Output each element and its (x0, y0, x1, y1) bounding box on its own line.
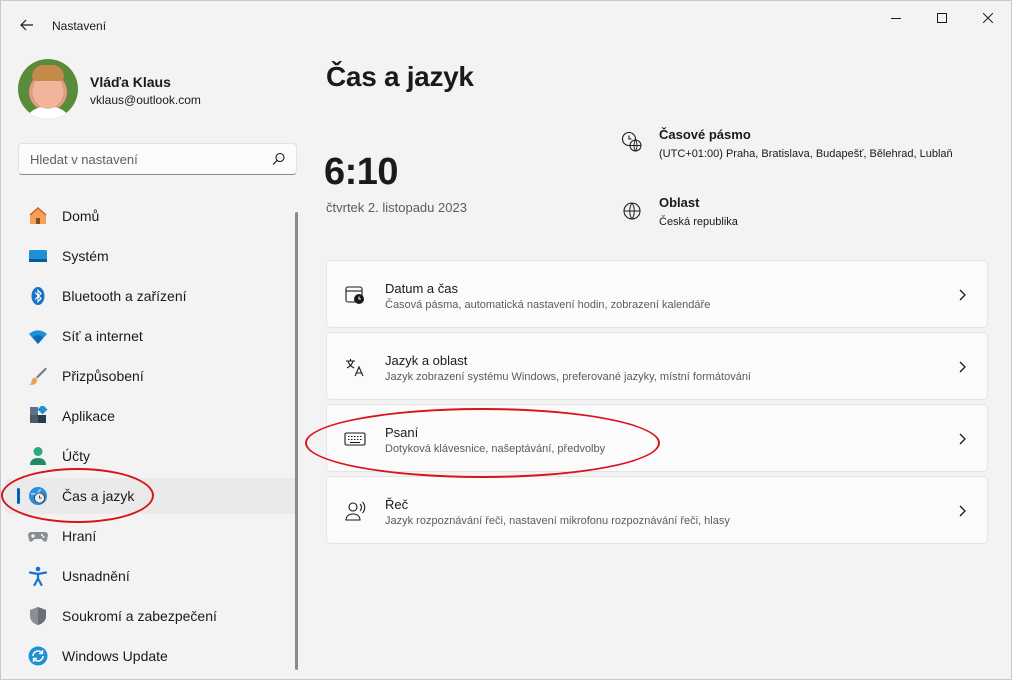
search-icon[interactable] (272, 152, 286, 166)
language-icon (346, 359, 364, 377)
sidebar-item-label: Aplikace (62, 408, 115, 424)
sidebar-item-label: Hraní (62, 528, 97, 544)
avatar[interactable] (18, 59, 78, 119)
card-date-time[interactable]: Datum a čas Časová pásma, automatická na… (326, 260, 988, 328)
back-arrow-icon (20, 19, 33, 31)
sidebar-item-gaming[interactable]: Hraní (5, 518, 297, 554)
search-placeholder: Hledat v nastavení (30, 152, 138, 167)
sidebar-item-label: Přizpůsobení (62, 368, 144, 384)
sidebar-item-label: Windows Update (62, 648, 168, 664)
sidebar-item-windows-update[interactable]: Windows Update (5, 638, 297, 674)
sidebar-item-accounts[interactable]: Účty (5, 438, 297, 474)
search-input[interactable]: Hledat v nastavení (18, 143, 297, 175)
bluetooth-icon (31, 287, 45, 305)
maximize-icon (937, 13, 947, 23)
sidebar-item-label: Usnadnění (62, 568, 130, 584)
app-title: Nastavení (52, 19, 107, 33)
update-icon (28, 646, 48, 666)
user-name: Vláďa Klaus (90, 74, 171, 90)
sidebar-item-accessibility[interactable]: Usnadnění (5, 558, 297, 594)
keyboard-icon (344, 432, 366, 446)
maximize-button[interactable] (919, 1, 965, 35)
home-icon (29, 207, 47, 224)
back-button[interactable] (15, 13, 39, 37)
chevron-right-icon (959, 505, 966, 517)
sidebar-item-label: Systém (62, 248, 109, 264)
minimize-button[interactable] (873, 1, 919, 35)
sidebar-item-privacy[interactable]: Soukromí a zabezpečení (5, 598, 297, 634)
timezone-value: (UTC+01:00) Praha, Bratislava, Budapešť,… (659, 148, 953, 160)
shield-icon (30, 607, 46, 625)
time-language-icon (29, 487, 47, 505)
sidebar-item-bluetooth[interactable]: Bluetooth a zařízení (5, 278, 297, 314)
card-speech[interactable]: Řeč Jazyk rozpoznávání řeči, nastavení m… (326, 476, 988, 544)
sidebar-item-label: Síť a internet (62, 328, 143, 344)
card-subtitle: Časová pásma, automatická nastavení hodi… (385, 299, 711, 311)
sidebar-item-label: Domů (62, 208, 100, 224)
globe-icon (623, 202, 641, 220)
account-icon (30, 447, 46, 465)
title-bar: Nastavení (1, 1, 1012, 49)
globe-clock-icon (621, 131, 642, 152)
speech-icon (345, 501, 366, 521)
chevron-right-icon (959, 433, 966, 445)
card-title: Datum a čas (385, 281, 458, 296)
selection-indicator (17, 488, 20, 504)
sidebar-item-label: Bluetooth a zařízení (62, 288, 187, 304)
sidebar-item-label: Čas a jazyk (62, 488, 135, 504)
sidebar-item-home[interactable]: Domů (5, 198, 297, 234)
sidebar-item-time-language[interactable]: Čas a jazyk (5, 478, 297, 514)
card-subtitle: Jazyk zobrazení systému Windows, prefero… (385, 371, 751, 383)
user-email: vklaus@outlook.com (90, 93, 201, 107)
card-subtitle: Jazyk rozpoznávání řeči, nastavení mikro… (385, 515, 730, 527)
region-value: Česká republika (659, 216, 738, 228)
card-title: Jazyk a oblast (385, 353, 468, 368)
sidebar-scrollbar[interactable] (295, 212, 298, 670)
timezone-title: Časové pásmo (659, 127, 751, 142)
close-button[interactable] (965, 1, 1011, 35)
sidebar-item-personalization[interactable]: Přizpůsobení (5, 358, 297, 394)
gamepad-icon (28, 532, 48, 542)
system-icon (29, 250, 47, 262)
card-title: Řeč (385, 497, 409, 512)
sidebar-item-system[interactable]: Systém (5, 238, 297, 274)
chevron-right-icon (959, 361, 966, 373)
card-typing[interactable]: Psaní Dotyková klávesnice, našeptávání, … (326, 404, 988, 472)
chevron-right-icon (959, 289, 966, 301)
card-language-region[interactable]: Jazyk a oblast Jazyk zobrazení systému W… (326, 332, 988, 400)
current-date: čtvrtek 2. listopadu 2023 (326, 200, 467, 215)
accessibility-icon (28, 566, 48, 586)
sidebar-item-apps[interactable]: Aplikace (5, 398, 297, 434)
region-title: Oblast (659, 195, 700, 210)
card-subtitle: Dotyková klávesnice, našeptávání, předvo… (385, 443, 606, 455)
clock-time: 6:10 (324, 151, 399, 193)
sidebar-item-network[interactable]: Síť a internet (5, 318, 297, 354)
wifi-icon (29, 330, 47, 344)
sidebar-item-label: Soukromí a zabezpečení (62, 608, 217, 624)
settings-window: Nastavení Vláďa Klaus vklaus@outlook.com… (0, 0, 1012, 680)
minimize-icon (891, 18, 901, 19)
card-title: Psaní (385, 425, 419, 440)
page-title: Čas a jazyk (326, 61, 474, 92)
sidebar-item-label: Účty (62, 448, 90, 464)
calendar-clock-icon (345, 286, 364, 304)
close-icon (983, 13, 993, 23)
brush-icon (29, 367, 47, 385)
apps-icon (30, 406, 48, 423)
